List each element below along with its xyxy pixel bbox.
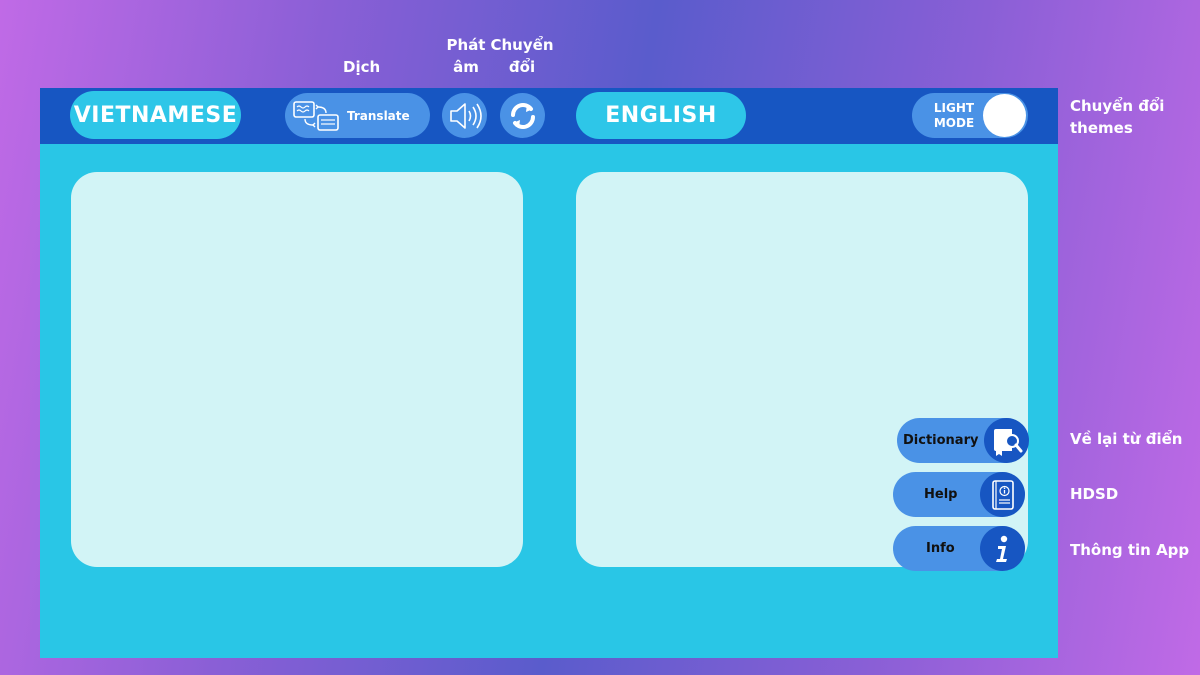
swap-icon (505, 98, 541, 134)
source-language-label: VIETNAMESE (73, 102, 238, 128)
dictionary-label: Dictionary (903, 433, 979, 448)
swap-annotation: Chuyển đổi (490, 34, 554, 78)
source-language-button[interactable]: VIETNAMESE (70, 91, 241, 139)
info-label: Info (926, 541, 955, 556)
dictionary-annotation: Về lại từ điển (1070, 430, 1183, 448)
info-icon (980, 526, 1025, 571)
pronounce-button[interactable] (442, 93, 487, 138)
manual-book-icon (980, 472, 1025, 517)
themes-annotation: Chuyển đổi themes (1070, 95, 1164, 139)
swap-languages-button[interactable] (500, 93, 545, 138)
help-annotation: HDSD (1070, 485, 1119, 503)
help-button[interactable]: Help (893, 472, 1025, 517)
help-label: Help (924, 487, 958, 502)
info-annotation: Thông tin App (1070, 541, 1190, 559)
top-bar: VIETNAMESE Translate ENGLISH LIGHT MODE (40, 88, 1058, 144)
book-search-icon (984, 418, 1029, 463)
swap-annotation-line2: đổi (508, 58, 536, 76)
themes-annotation-line2: themes (1070, 119, 1133, 137)
swap-annotation-line1: Chuyển (490, 36, 554, 54)
info-button[interactable]: Info (893, 526, 1025, 571)
translate-annotation: Dịch (343, 58, 381, 76)
theme-toggle[interactable]: LIGHT MODE (912, 93, 1028, 138)
theme-toggle-knob[interactable] (983, 94, 1026, 137)
themes-annotation-line1: Chuyển đổi (1070, 97, 1165, 115)
theme-label-line2: MODE (933, 116, 975, 130)
target-language-label: ENGLISH (605, 103, 717, 128)
theme-label: LIGHT MODE (924, 101, 984, 131)
pronounce-annotation: Phát âm (442, 34, 490, 78)
theme-label-line1: LIGHT (933, 101, 975, 115)
speaker-icon (447, 100, 483, 132)
translate-button[interactable]: Translate (285, 93, 430, 138)
translator-app: VIETNAMESE Translate ENGLISH LIGHT MODE … (40, 88, 1058, 658)
translate-label: Translate (347, 108, 410, 123)
pronounce-annotation-line1: Phát (446, 36, 486, 54)
target-language-button[interactable]: ENGLISH (576, 92, 746, 139)
dictionary-button[interactable]: Dictionary (897, 418, 1029, 463)
translate-icon (291, 99, 341, 133)
pronounce-annotation-line2: âm (453, 58, 479, 76)
source-text-panel[interactable] (71, 172, 523, 567)
